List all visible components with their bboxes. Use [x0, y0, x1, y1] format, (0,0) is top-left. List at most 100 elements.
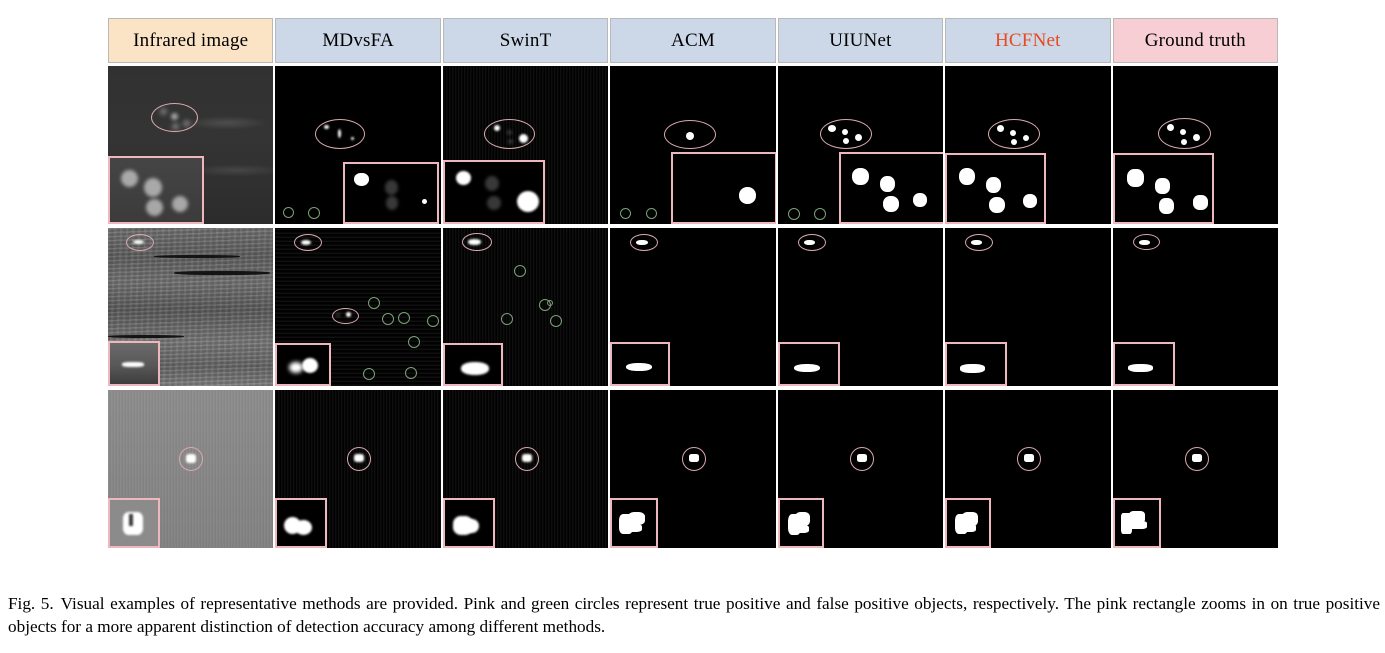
- true-positive-marker: [849, 447, 874, 471]
- panel-row3-infrared-image: [108, 390, 274, 548]
- true-positive-marker: [126, 234, 154, 251]
- panel-row2-mdvsfa: [275, 228, 441, 386]
- column-header-acm: ACM: [610, 18, 776, 63]
- inset-detection-blob: [302, 358, 319, 373]
- column-header-label: HCFNet: [995, 30, 1061, 51]
- true-positive-marker: [819, 119, 872, 149]
- inset-target-blob: [144, 178, 162, 197]
- true-positive-marker: [151, 103, 198, 132]
- column-header-row: Infrared image MDvsFA SwinT ACM UIUNet H…: [108, 18, 1278, 63]
- inset-ground-truth-blob: [1158, 198, 1174, 214]
- panel-row2-uiunet: [777, 228, 944, 386]
- column-header-uiunet: UIUNet: [777, 18, 944, 63]
- panel-row3-ground-truth: [1112, 390, 1278, 548]
- zoom-inset-rectangle: [777, 342, 840, 386]
- zoom-inset-rectangle: [108, 498, 160, 548]
- inset-detection-blob: [486, 196, 501, 210]
- zoom-inset-rectangle: [610, 342, 671, 386]
- false-positive-marker: [787, 208, 800, 220]
- true-positive-marker: [1157, 118, 1211, 149]
- inset-target-blob: [123, 512, 143, 535]
- inset-detection-blob: [289, 362, 304, 373]
- panel-row3-mdvsfa: [275, 390, 441, 548]
- image-grid: [108, 66, 1278, 556]
- panel-row2-hcfnet: [945, 228, 1111, 386]
- panel-row2-swint: [442, 228, 609, 386]
- zoom-inset-rectangle: [275, 498, 328, 548]
- false-positive-marker: [549, 315, 562, 327]
- inset-ground-truth-blob: [1154, 178, 1170, 194]
- inset-detection-blob: [386, 196, 399, 210]
- false-positive-marker: [813, 208, 826, 220]
- inset-target-detail: [129, 514, 133, 526]
- true-positive-marker: [514, 447, 539, 471]
- inset-detection-blob: [422, 199, 428, 204]
- column-header-label: MDvsFA: [322, 30, 394, 51]
- figure-number: Fig. 5.: [8, 594, 54, 613]
- zoom-inset-rectangle: [838, 152, 944, 224]
- inset-detection-blob: [960, 524, 977, 532]
- panel-row3-uiunet: [777, 390, 944, 548]
- true-positive-marker: [461, 233, 492, 251]
- false-positive-marker: [500, 313, 513, 325]
- inset-detection-blob: [794, 512, 810, 526]
- inset-ground-truth-blob: [1126, 521, 1147, 529]
- column-header-label: ACM: [671, 30, 715, 51]
- column-header-label: SwinT: [499, 30, 552, 51]
- image-row-sky-with-four-targets: [108, 66, 1278, 224]
- column-header-infrared-image: Infrared image: [108, 18, 274, 63]
- figure-caption: Fig. 5. Visual examples of representative…: [8, 592, 1380, 638]
- figure-caption-line-1: Visual examples of representative method…: [60, 594, 1092, 613]
- zoom-inset-rectangle: [108, 156, 204, 224]
- zoom-inset-rectangle: [945, 153, 1047, 224]
- image-row-field-terrain-single-target: [108, 228, 1278, 386]
- inset-target-blob: [122, 362, 144, 367]
- panel-row1-acm: [610, 66, 776, 224]
- zoom-inset-rectangle: [275, 343, 332, 386]
- figure-container: Infrared image MDvsFA SwinT ACM UIUNet H…: [0, 0, 1385, 653]
- inset-detection-blob: [912, 193, 927, 207]
- terrain-streak: [154, 254, 241, 258]
- column-header-hcfnet: HCFNet: [945, 18, 1111, 63]
- true-positive-marker: [664, 120, 717, 149]
- inset-detection-blob: [385, 180, 399, 195]
- inset-detection-blob: [624, 524, 643, 532]
- terrain-streak: [174, 270, 271, 275]
- terrain-streak: [108, 335, 185, 339]
- column-header-ground-truth: Ground truth: [1112, 18, 1278, 63]
- true-positive-marker: [988, 119, 1041, 149]
- zoom-inset-rectangle: [442, 160, 545, 224]
- panel-row1-infrared-image: [108, 66, 274, 224]
- inset-ground-truth-blob: [1127, 364, 1153, 372]
- inset-detection-blob: [354, 173, 370, 186]
- panel-row1-hcfnet: [945, 66, 1111, 224]
- panel-row2-infrared-image: [108, 228, 274, 386]
- panel-row2-acm: [610, 228, 776, 386]
- panel-row1-uiunet: [777, 66, 944, 224]
- zoom-inset-rectangle: [671, 152, 776, 224]
- inset-detection-blob: [455, 171, 471, 185]
- zoom-inset-rectangle: [442, 343, 503, 386]
- inset-detection-blob: [626, 363, 653, 371]
- true-positive-marker: [965, 234, 994, 251]
- inset-detection-blob: [295, 520, 313, 535]
- true-positive-marker: [179, 447, 203, 471]
- inset-detection-blob: [792, 525, 809, 533]
- inset-target-blob: [121, 170, 138, 187]
- panel-row3-hcfnet: [945, 390, 1111, 548]
- true-positive-marker: [1184, 447, 1209, 471]
- zoom-inset-rectangle: [1112, 153, 1214, 224]
- true-positive-marker: [1132, 234, 1160, 250]
- inset-detection-blob: [460, 362, 489, 375]
- zoom-inset-rectangle: [777, 498, 824, 548]
- inset-detection-blob: [879, 176, 895, 192]
- inset-detection-blob: [464, 519, 479, 533]
- column-header-label: UIUNet: [829, 30, 892, 51]
- column-header-label: Ground truth: [1144, 30, 1246, 51]
- inset-target-blob: [146, 199, 163, 216]
- image-row-uniform-sky-single-target: [108, 390, 1278, 548]
- zoom-inset-rectangle: [610, 498, 659, 548]
- inset-detection-blob: [516, 191, 539, 212]
- false-positive-marker: [513, 265, 526, 277]
- inset-ground-truth-blob: [1126, 169, 1144, 187]
